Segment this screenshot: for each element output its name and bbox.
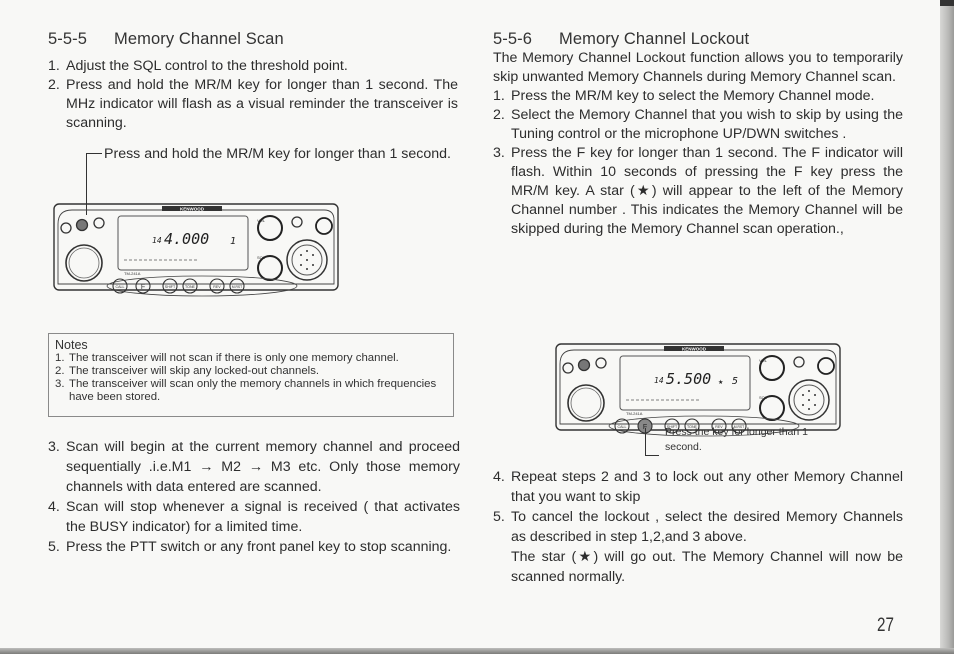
- svg-text:14: 14: [654, 376, 664, 385]
- note-item: 3. The transceiver will scan only the mem…: [55, 378, 437, 403]
- step-item: 2. Select the Memory Channel that you wis…: [493, 107, 903, 142]
- page-binding-shadow: [940, 0, 954, 654]
- step-item: 5. To cancel the lockout , select the des…: [493, 509, 903, 545]
- svg-text:TM-241A: TM-241A: [626, 411, 643, 416]
- section-heading: 5-5-6 Memory Channel Lockout: [493, 30, 903, 49]
- callout-leader-vertical: [645, 428, 646, 455]
- note-item: 1. The transceiver will not scan if there…: [55, 352, 399, 364]
- svg-text:KENWOOD: KENWOOD: [180, 207, 205, 212]
- svg-text:REV: REV: [213, 285, 221, 289]
- step-item: 2. Press and hold the MR/M key for longer…: [48, 77, 458, 131]
- callout-text: Press the key for longer than 1 second.: [665, 426, 808, 453]
- svg-text:TONE: TONE: [185, 285, 196, 289]
- section-memory-channel-lockout: 5-5-6 Memory Channel Lockout The Memory C…: [493, 30, 903, 239]
- svg-text:4.000: 4.000: [164, 230, 209, 248]
- svg-text:5: 5: [732, 376, 738, 387]
- svg-text:14: 14: [152, 236, 162, 245]
- intro-paragraph: The Memory Channel Lockout function allo…: [493, 50, 903, 85]
- svg-text:5.500: 5.500: [666, 370, 711, 388]
- steps-bottom-left: 3. Scan will begin at the current memory …: [48, 437, 460, 557]
- step-item: 1. Press the MR/M key to select the Memor…: [493, 88, 875, 104]
- callout-text: Press and hold the MR/M key for longer t…: [104, 146, 451, 162]
- svg-text:SHIFT: SHIFT: [165, 285, 176, 289]
- svg-text:★: ★: [718, 379, 723, 386]
- radio-diagram-scan: KENWOOD 14 4.000 1 VOL SQL TM-241A CALL …: [52, 198, 344, 300]
- svg-text:CALL: CALL: [116, 285, 125, 289]
- steps-list-top: 1. Press the MR/M key to select the Memor…: [493, 87, 903, 239]
- callout-leader-horizontal: [645, 455, 659, 456]
- section-number: 5-5-6: [493, 30, 533, 48]
- section-number: 5-5-5: [48, 30, 88, 48]
- page-number: 27: [877, 615, 894, 636]
- notes-title: Notes: [55, 338, 88, 352]
- step-item: 4. Repeat steps 2 and 3 to lock out any o…: [493, 469, 903, 505]
- steps-bottom-right: 4. Repeat steps 2 and 3 to lock out any o…: [493, 467, 903, 587]
- svg-text:TM-241A: TM-241A: [124, 271, 141, 276]
- section-title: Memory Channel Scan: [114, 30, 284, 48]
- radio-front-panel: KENWOOD 14 4.000 1 VOL SQL TM-241A CALL …: [53, 203, 339, 297]
- section-title: Memory Channel Lockout: [559, 30, 750, 48]
- notes-list: 1. The transceiver will not scan if there…: [55, 352, 447, 404]
- section-heading: 5-5-5 Memory Channel Scan: [48, 30, 458, 49]
- svg-text:CALL: CALL: [618, 425, 627, 429]
- closing-paragraph: The star (★) will go out. The Memory Cha…: [511, 549, 903, 585]
- svg-text:F: F: [141, 284, 145, 291]
- page-bottom-edge: [0, 648, 954, 654]
- steps-list-bottom: 3. Scan will begin at the current memory …: [48, 437, 460, 557]
- binding-edge: [940, 0, 954, 6]
- steps-list-top: 1. Adjust the SQL control to the threshol…: [48, 57, 458, 133]
- callout-leader-horizontal: [86, 153, 102, 154]
- notes-box: Notes 1. The transceiver will not scan if…: [48, 333, 454, 417]
- step-item: 3. Scan will begin at the current memory …: [48, 439, 460, 495]
- steps-list-bottom: 4. Repeat steps 2 and 3 to lock out any o…: [493, 467, 903, 547]
- svg-text:M.RST: M.RST: [232, 285, 242, 289]
- step-item: 1. Adjust the SQL control to the threshol…: [48, 58, 348, 74]
- svg-text:KENWOOD: KENWOOD: [682, 347, 707, 352]
- svg-text:1: 1: [230, 236, 236, 247]
- note-item: 2. The transceiver will skip any locked-o…: [55, 365, 320, 377]
- step-item: 3. Press the F key for longer than 1 seco…: [493, 145, 903, 237]
- step-item: 5. Press the PTT switch or any front pane…: [48, 539, 452, 555]
- step-item: 4. Scan will stop whenever a signal is re…: [48, 499, 460, 535]
- section-memory-channel-scan: 5-5-5 Memory Channel Scan 1. Adjust the SQ…: [48, 30, 458, 133]
